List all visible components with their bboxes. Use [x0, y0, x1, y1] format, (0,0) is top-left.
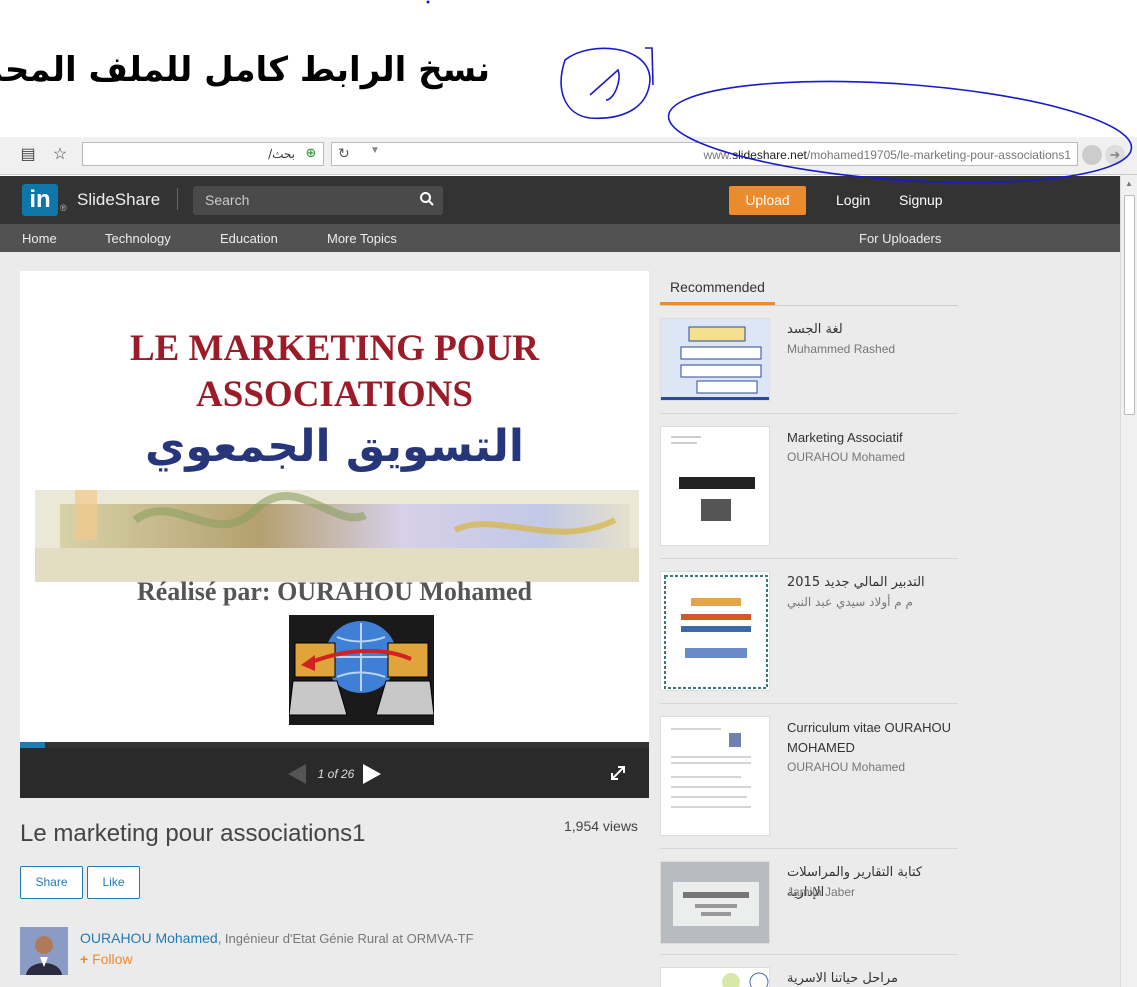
slide-title-arabic: التسويق الجمعوي: [145, 421, 524, 472]
slide-viewer[interactable]: LE MARKETING POUR ASSOCIATIONS التسويق ا…: [20, 271, 649, 742]
recommended-author: OURAHOU Mohamed: [787, 760, 906, 774]
list-item[interactable]: لغة الجسد Muhammed Rashed: [660, 318, 958, 414]
fullscreen-icon[interactable]: [609, 764, 627, 782]
annotation-instruction: نسخ الرابط كامل للملف المحمي: [0, 50, 490, 90]
nav-for-uploaders[interactable]: For Uploaders: [859, 231, 941, 246]
slide-title: LE MARKETING POUR ASSOCIATIONS: [20, 326, 649, 418]
slide-decorative-banner: [35, 490, 639, 582]
url-path: /mohamed19705/le-marketing-pour-associat…: [806, 148, 1071, 162]
search-icon[interactable]: [419, 191, 435, 207]
slide-author-line: Réalisé par: OURAHOU Mohamed: [136, 577, 532, 606]
follow-label: Follow: [92, 951, 133, 967]
login-link[interactable]: Login: [836, 192, 870, 208]
brand-name[interactable]: SlideShare: [77, 190, 160, 210]
slide-title-line1: LE MARKETING POUR: [129, 328, 540, 369]
plus-icon: +: [80, 951, 89, 967]
list-item[interactable]: مراحل حياتنا الاسرية: [660, 967, 958, 987]
list-item[interactable]: Curriculum vitae OURAHOU MOHAMED OURAHOU…: [660, 716, 958, 849]
avatar[interactable]: [20, 927, 68, 975]
recommended-author: م م أولاد سيدي عبد النبي: [787, 595, 913, 609]
url-prefix: www.: [703, 148, 733, 162]
list-item[interactable]: كتابة التقارير والمراسلات الإدارية Jamil…: [660, 861, 958, 955]
page-indicator: 1 of 26: [317, 767, 355, 781]
search-icon[interactable]: ⊕: [302, 145, 320, 163]
follow-button[interactable]: + Follow: [80, 951, 133, 967]
chevron-down-icon[interactable]: ▼: [370, 145, 380, 156]
annotation-number-one: [560, 47, 651, 120]
previous-slide-icon[interactable]: [288, 764, 306, 784]
category-nav: Home Technology Education More Topics Fo…: [0, 224, 1120, 252]
recommended-author: Muhammed Rashed: [787, 342, 896, 356]
recommended-thumbnail[interactable]: [660, 426, 770, 546]
linkedin-logo[interactable]: in: [22, 184, 58, 216]
recommended-title[interactable]: لغة الجسد: [787, 320, 957, 340]
nav-education[interactable]: Education: [220, 231, 278, 246]
upload-button[interactable]: Upload: [729, 186, 806, 215]
nav-technology[interactable]: Technology: [105, 231, 171, 246]
view-count: 1,954 views: [564, 818, 638, 834]
player-controls: 1 of 26: [20, 748, 649, 798]
browser-toolbar: ▤ ☆ بحث/ ⊕ ↻ ▼ www.slideshare.net/mohame…: [0, 137, 1137, 175]
recommended-divider: [660, 305, 958, 306]
list-item[interactable]: Marketing Associatif OURAHOU Mohamed: [660, 426, 958, 559]
recommended-title[interactable]: التدبير المالي جديد 2015: [787, 573, 957, 593]
next-slide-icon[interactable]: [363, 764, 381, 784]
browser-search-input[interactable]: بحث/ ⊕: [82, 142, 324, 166]
share-button[interactable]: Share: [20, 866, 83, 899]
registered-mark: ®: [60, 203, 67, 213]
header-divider: [177, 188, 178, 210]
url-host: slideshare.net: [732, 148, 807, 162]
recommended-thumbnail[interactable]: [660, 967, 770, 987]
forward-arrow-icon[interactable]: ➜: [1105, 145, 1125, 165]
url-text: www.slideshare.net/mohamed19705/le-marke…: [703, 148, 1071, 162]
list-item[interactable]: التدبير المالي جديد 2015 م م أولاد سيدي …: [660, 571, 958, 704]
recommended-author: Jamila Jaber: [787, 885, 856, 899]
nav-home[interactable]: Home: [22, 231, 57, 246]
recommended-title[interactable]: Marketing Associatif: [787, 428, 957, 448]
scroll-up-arrow-icon[interactable]: ▲: [1125, 179, 1133, 188]
recommended-title[interactable]: مراحل حياتنا الاسرية: [787, 969, 957, 987]
recommended-thumbnail[interactable]: [660, 571, 770, 691]
page-scrollbar[interactable]: ▲: [1120, 175, 1137, 987]
computers-network-clipart: [289, 615, 434, 725]
star-icon[interactable]: ☆: [50, 145, 70, 165]
recommended-thumbnail[interactable]: [660, 318, 770, 401]
address-bar[interactable]: ↻ ▼ www.slideshare.net/mohamed19705/le-m…: [331, 142, 1078, 166]
nav-more-topics[interactable]: More Topics: [327, 231, 397, 246]
browser-search-text: بحث/: [268, 147, 295, 161]
deck-title: Le marketing pour associations1: [20, 820, 366, 847]
signup-link[interactable]: Signup: [899, 192, 943, 208]
author-line: OURAHOU Mohamed, Ingénieur d'Etat Génie …: [80, 930, 474, 946]
site-search-input[interactable]: Search: [193, 186, 443, 215]
recommended-thumbnail[interactable]: [660, 861, 770, 944]
recommended-author: OURAHOU Mohamed: [787, 450, 906, 464]
search-placeholder: Search: [205, 192, 250, 208]
author-headline: , Ingénieur d'Etat Génie Rural at ORMVA-…: [217, 931, 474, 946]
like-button[interactable]: Like: [87, 866, 140, 899]
site-header: in ® SlideShare Search Upload Login Sign…: [0, 176, 1120, 224]
reload-icon[interactable]: ↻: [338, 145, 350, 162]
author-name-link[interactable]: OURAHOU Mohamed: [80, 930, 218, 946]
reading-list-icon[interactable]: ▤: [18, 145, 38, 165]
recommended-title[interactable]: Curriculum vitae OURAHOU MOHAMED: [787, 718, 957, 758]
recommended-thumbnail[interactable]: [660, 716, 770, 836]
tab-recommended[interactable]: Recommended: [660, 271, 775, 305]
scrollbar-thumb[interactable]: [1124, 195, 1135, 415]
globe-icon[interactable]: [1082, 145, 1102, 165]
slide-title-line2: ASSOCIATIONS: [196, 374, 473, 415]
